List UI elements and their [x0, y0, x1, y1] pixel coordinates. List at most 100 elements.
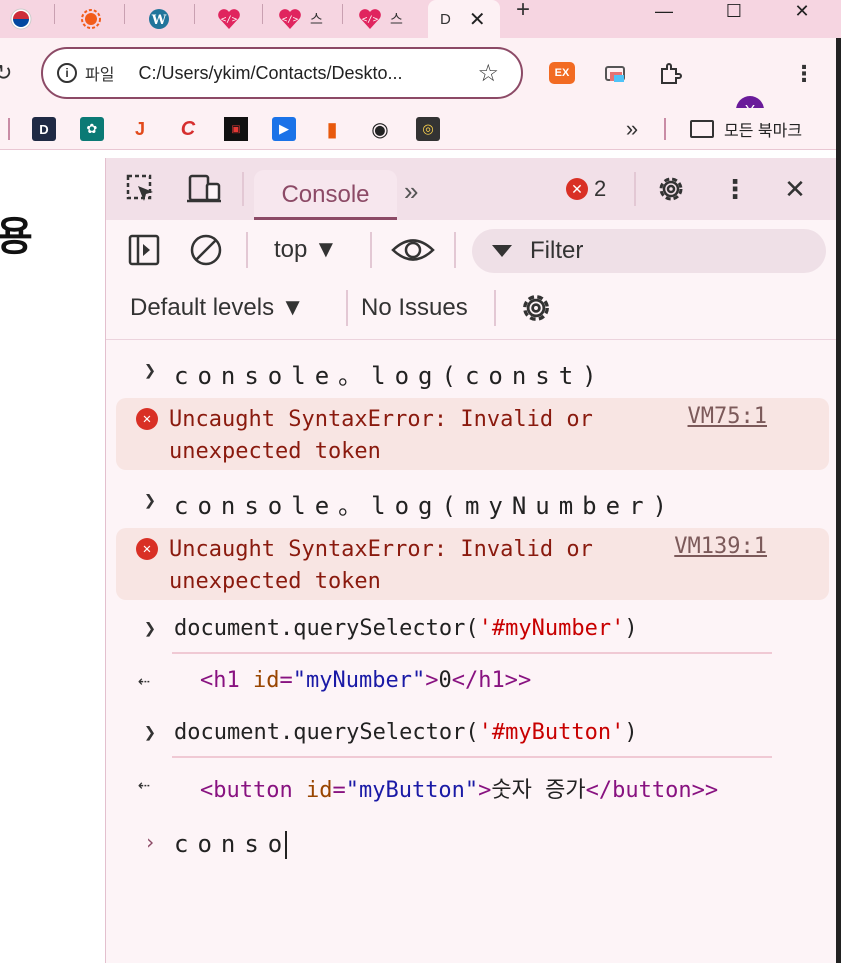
context-selector[interactable]: top ▼ — [274, 236, 338, 264]
device-toggle-icon[interactable] — [186, 172, 224, 206]
extensions-puzzle-icon[interactable] — [656, 60, 684, 88]
code-heart-icon: </> — [218, 9, 240, 30]
more-tabs-icon[interactable]: » — [404, 176, 419, 207]
devtools-tab-bar: Console » ✕ 2 ⋮ ✕ — [106, 158, 837, 220]
folder-icon — [690, 120, 714, 138]
devtools-close-icon[interactable]: ✕ — [778, 172, 812, 206]
code-heart-icon: </> — [279, 9, 301, 30]
bookmark-item[interactable]: ▮ — [320, 117, 344, 141]
block-icon — [190, 234, 222, 266]
row-divider — [172, 652, 772, 654]
close-tag: </button> — [585, 778, 705, 803]
extension-ex-icon[interactable]: EX — [549, 62, 575, 84]
error-x-icon: ✕ — [566, 178, 588, 200]
new-tab-button[interactable]: + — [516, 0, 530, 22]
bookmark-item[interactable]: J — [128, 117, 152, 141]
bookmark-star-icon[interactable]: ☆ — [477, 59, 499, 88]
console-error-row: ✕ Uncaught SyntaxError: Invalid or unexp… — [116, 528, 829, 600]
tab-favicon-code-2[interactable]: </> 스 — [278, 0, 338, 38]
command-suffix: ) — [624, 616, 638, 641]
bookmarks-overflow-icon[interactable]: » — [620, 116, 644, 141]
bookmark-item[interactable]: ✿ — [80, 117, 104, 141]
default-levels-dropdown[interactable]: Default levels ▼ — [130, 294, 305, 322]
clear-console-icon[interactable] — [186, 230, 226, 270]
console-command[interactable]: console。log(const) — [174, 356, 606, 391]
error-source-link[interactable]: VM139:1 — [674, 534, 767, 559]
toolbar-divider — [370, 232, 372, 268]
maximize-button[interactable]: ☐ — [714, 0, 754, 22]
toolbar-divider — [246, 232, 248, 268]
attr-value: "myButton" — [345, 778, 479, 803]
page-heading: 용 — [0, 214, 33, 260]
gear-icon — [523, 295, 549, 321]
inspect-element-icon[interactable] — [124, 172, 158, 206]
bookmark-item[interactable]: D — [32, 117, 56, 141]
menu-kebab-icon[interactable]: ⋮ — [790, 60, 818, 88]
all-bookmarks-folder[interactable]: 모든 북마크 — [690, 116, 802, 142]
element-content: 숫자 증가 — [491, 778, 586, 803]
error-x-icon: ✕ — [136, 408, 158, 430]
eye-icon — [391, 239, 435, 261]
tab-favicon-code-3[interactable]: </> 스 — [358, 0, 418, 38]
open-tag: <h1 — [200, 668, 240, 693]
return-arrow-icon: ⇠ — [138, 668, 151, 692]
address-bar[interactable]: i 파일 C:/Users/ykim/Contacts/Deskto... ☆ — [41, 47, 523, 99]
filter-input[interactable]: Filter — [472, 229, 826, 273]
console-command[interactable]: document.querySelector('#myNumber') — [174, 616, 638, 641]
filter-placeholder: Filter — [530, 237, 584, 264]
console-input-row: ❯ document.querySelector('#myNumber') — [106, 612, 837, 648]
tab-separator — [342, 4, 343, 24]
toolbar-divider — [242, 172, 244, 206]
text-cursor — [285, 831, 288, 859]
console-current-input[interactable]: conso — [174, 830, 288, 859]
return-arrow-icon: ⇠ — [138, 772, 151, 796]
tab-favicon-korea[interactable] — [6, 0, 36, 38]
url-text[interactable]: C:/Users/ykim/Contacts/Deskto... — [138, 63, 456, 84]
toolbar-divider — [346, 290, 348, 326]
console-command[interactable]: document.querySelector('#myButton') — [174, 720, 638, 745]
tab-active[interactable]: D ✕ — [428, 0, 500, 38]
tab-separator — [54, 4, 55, 24]
error-counter[interactable]: ✕ 2 — [566, 176, 606, 202]
error-source-link[interactable]: VM75:1 — [688, 404, 767, 429]
console-input-row: ❯ console。log(const) — [106, 354, 837, 390]
tab-console[interactable]: Console — [254, 170, 397, 220]
issues-counter[interactable]: No Issues — [361, 294, 468, 322]
live-expression-eye-icon[interactable] — [390, 230, 436, 270]
command-prefix: document.querySelector( — [174, 616, 479, 641]
wordpress-icon: W — [149, 9, 169, 29]
bookmark-item[interactable]: C — [176, 117, 200, 141]
tab-favicon-code-1[interactable]: </> — [214, 0, 244, 38]
folder-label: 모든 북마크 — [724, 123, 803, 140]
returned-element[interactable]: <button id="myButton">숫자 증가</button>> — [200, 772, 718, 804]
console-output: ❯ console。log(const) ✕ Uncaught SyntaxEr… — [106, 340, 837, 963]
devtools-menu-kebab-icon[interactable]: ⋮ — [720, 172, 750, 206]
bookmark-item[interactable]: ▶ — [272, 117, 296, 141]
console-command[interactable]: console。log(myNumber) — [174, 486, 676, 521]
console-return-row: ⇠ <h1 id="myNumber">0</h1>> — [106, 664, 837, 700]
bookmark-item[interactable]: ◎ — [416, 117, 440, 141]
window-close-button[interactable]: ✕ — [782, 0, 822, 22]
console-prompt-row[interactable]: › conso — [106, 826, 837, 866]
minimize-button[interactable]: — — [644, 0, 684, 22]
svg-text:</>: </> — [282, 15, 299, 25]
devtools-panel: Console » ✕ 2 ⋮ ✕ top ▼ Filter Default l — [105, 158, 837, 963]
browser-toolbar: ↻ i 파일 C:/Users/ykim/Contacts/Deskto... … — [0, 38, 836, 124]
returned-element[interactable]: <h1 id="myNumber">0</h1>> — [200, 668, 531, 693]
tab-favicon-wordpress[interactable]: W — [144, 0, 174, 38]
tab-separator — [262, 4, 263, 24]
tab-title: 스 — [310, 11, 323, 27]
info-icon[interactable]: i — [57, 63, 77, 83]
tab-favicon-sun[interactable] — [76, 0, 106, 38]
svg-text:</>: </> — [221, 15, 238, 25]
cast-icon[interactable] — [602, 60, 630, 88]
window-edge — [836, 38, 841, 963]
reload-icon[interactable]: ↻ — [0, 60, 12, 86]
page-content: 용 — [0, 158, 106, 963]
console-settings-gear-icon[interactable] — [516, 288, 556, 328]
bookmark-item[interactable]: ◉ — [368, 117, 392, 141]
sidebar-toggle-icon[interactable] — [124, 230, 164, 270]
settings-gear-icon[interactable] — [654, 172, 688, 206]
tab-close-icon[interactable]: ✕ — [469, 7, 486, 32]
bookmark-item[interactable]: ▣ — [224, 117, 248, 141]
